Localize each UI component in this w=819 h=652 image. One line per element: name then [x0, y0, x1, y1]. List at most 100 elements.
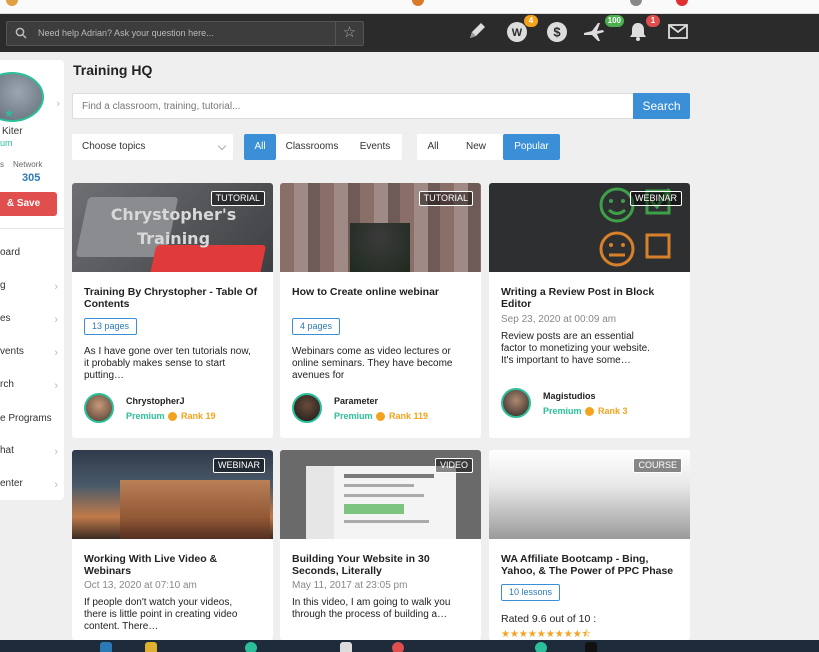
- filter-classrooms[interactable]: Classrooms: [276, 134, 348, 160]
- sidebar-item-chat[interactable]: hat ›: [0, 445, 64, 463]
- chevron-right-icon: ›: [54, 314, 58, 326]
- taskbar-app-icon[interactable]: [245, 642, 257, 652]
- taskbar-app-icon[interactable]: [145, 642, 157, 652]
- taskbar-app-icon[interactable]: [340, 642, 352, 652]
- sidebar-item-label: g: [0, 280, 6, 291]
- network-label: Network: [13, 160, 43, 169]
- filter-events[interactable]: Events: [348, 134, 402, 160]
- premium-label: Premium: [126, 411, 165, 421]
- profile-name[interactable]: Kiter: [2, 126, 23, 137]
- wings-badge: 100: [604, 15, 624, 27]
- card-date: May 11, 2017 at 23:05 pm: [292, 580, 408, 591]
- chevron-right-icon: ›: [54, 347, 58, 359]
- card-thumbnail[interactable]: COURSE: [489, 450, 690, 539]
- sort-popular[interactable]: Popular: [503, 134, 560, 160]
- plane-icon[interactable]: 100: [582, 15, 624, 46]
- author-avatar[interactable]: [501, 388, 531, 418]
- author-avatar[interactable]: [292, 393, 322, 423]
- card-thumbnail[interactable]: VIDEO: [280, 450, 481, 539]
- sidebar-item-research[interactable]: rch ›: [0, 379, 64, 397]
- topics-label: Choose topics: [82, 141, 146, 152]
- author-rank: Rank 119: [389, 411, 429, 421]
- card-title[interactable]: Training By Chrystopher - Table Of Conte…: [84, 286, 264, 310]
- rating-stars: ★★★★★★★★★⯪: [501, 629, 592, 640]
- sort-all[interactable]: All: [417, 134, 449, 160]
- filter-all[interactable]: All: [244, 134, 276, 160]
- rank-icon: [168, 412, 177, 421]
- sidebar-item-affiliate-programs[interactable]: e Programs: [0, 413, 64, 431]
- tab-favicon: [412, 0, 424, 6]
- ranking-icon[interactable]: W 4: [505, 15, 538, 46]
- star-icon[interactable]: ☆: [335, 22, 363, 45]
- rank-icon: [585, 407, 594, 416]
- sidebar-item-label: rch: [0, 379, 14, 390]
- chevron-right-icon: ›: [54, 446, 58, 458]
- training-card[interactable]: TUTORIAL How to Create online webinar 4 …: [280, 183, 481, 438]
- card-title[interactable]: Building Your Website in 30 Seconds, Lit…: [292, 553, 472, 577]
- author-name[interactable]: Magistudios: [543, 391, 596, 401]
- card-type-tag: WEBINAR: [212, 458, 265, 473]
- pencil-icon[interactable]: [466, 20, 492, 46]
- taskbar-app-icon[interactable]: [535, 642, 547, 652]
- training-card[interactable]: Chrystopher's Training TUTORIAL Training…: [72, 183, 273, 438]
- taskbar-app-icon[interactable]: [392, 642, 404, 652]
- page-title: Training HQ: [73, 62, 153, 78]
- help-search-input[interactable]: Need help Adrian? Ask your question here…: [6, 21, 364, 46]
- training-card[interactable]: WEBINAR Writing a Review Post in Block E…: [489, 183, 690, 438]
- sidebar-item-label: enter: [0, 478, 23, 489]
- left-sidebar: › ★ Kiter um s Network 305 & Save oard g…: [0, 60, 64, 500]
- card-excerpt: Webinars come as video lectures or onlin…: [292, 346, 453, 381]
- card-thumbnail[interactable]: TUTORIAL: [280, 183, 481, 272]
- training-card[interactable]: COURSE WA Affiliate Bootcamp - Bing, Yah…: [489, 450, 690, 640]
- card-title[interactable]: Writing a Review Post in Block Editor: [501, 286, 681, 310]
- sidebar-item-label: e Programs: [0, 413, 52, 424]
- sidebar-item-help-center[interactable]: enter ›: [0, 478, 64, 496]
- bell-icon[interactable]: 1: [627, 15, 660, 46]
- card-date: Oct 13, 2020 at 07:10 am: [84, 580, 197, 591]
- network-count[interactable]: 305: [22, 172, 40, 184]
- card-thumbnail[interactable]: WEBINAR: [489, 183, 690, 272]
- sidebar-item-training[interactable]: g ›: [0, 280, 64, 298]
- chevron-right-icon[interactable]: ›: [56, 98, 60, 110]
- sort-filter: All New Popular: [417, 134, 560, 160]
- card-excerpt: Review posts are an essential factor to …: [501, 331, 650, 366]
- author-rank: Rank 3: [598, 406, 628, 416]
- card-type-tag: TUTORIAL: [418, 191, 473, 206]
- training-search-placeholder: Find a classroom, training, tutorial...: [82, 101, 241, 112]
- sidebar-item-label: hat: [0, 445, 14, 456]
- tab-favicon: [630, 0, 642, 6]
- type-filter: All Classrooms Events: [244, 134, 402, 160]
- card-excerpt: As I have gone over ten tutorials now, i…: [84, 346, 251, 381]
- chevron-down-icon: [217, 141, 227, 151]
- thumbnail-text: Chrystopher's Training: [110, 205, 237, 248]
- author-avatar[interactable]: [84, 393, 114, 423]
- save-button[interactable]: & Save: [0, 192, 57, 216]
- notification-badge: 1: [646, 15, 660, 27]
- sidebar-item-label: vents: [0, 346, 24, 357]
- training-card[interactable]: VIDEO Building Your Website in 30 Second…: [280, 450, 481, 640]
- card-title[interactable]: WA Affiliate Bootcamp - Bing, Yahoo, & T…: [501, 553, 681, 577]
- topics-dropdown[interactable]: Choose topics: [72, 134, 233, 160]
- author-name[interactable]: ChrystopherJ: [126, 396, 185, 406]
- taskbar-app-icon[interactable]: [585, 642, 597, 652]
- search-button[interactable]: Search: [633, 93, 690, 119]
- sidebar-item-websites[interactable]: es ›: [0, 313, 64, 331]
- training-card[interactable]: WEBINAR Working With Live Video & Webina…: [72, 450, 273, 640]
- card-excerpt: If people don't watch your videos, there…: [84, 597, 238, 632]
- sort-new[interactable]: New: [449, 134, 503, 160]
- sidebar-item-events[interactable]: vents ›: [0, 346, 64, 364]
- card-title[interactable]: How to Create online webinar: [292, 286, 472, 298]
- lessons-badge: 10 lessons: [501, 584, 561, 601]
- browser-strip: [0, 0, 819, 14]
- mail-icon[interactable]: [667, 20, 693, 46]
- sidebar-item-dashboard[interactable]: oard: [0, 247, 64, 265]
- chevron-right-icon: ›: [54, 479, 58, 491]
- card-thumbnail[interactable]: Chrystopher's Training TUTORIAL: [72, 183, 273, 272]
- taskbar-app-icon[interactable]: [100, 642, 112, 652]
- training-search-input[interactable]: Find a classroom, training, tutorial...: [72, 93, 634, 119]
- tab-favicon: [676, 0, 688, 6]
- card-title[interactable]: Working With Live Video & Webinars: [84, 553, 264, 577]
- author-name[interactable]: Parameter: [334, 396, 378, 406]
- dollar-icon[interactable]: $: [545, 20, 571, 46]
- card-thumbnail[interactable]: WEBINAR: [72, 450, 273, 539]
